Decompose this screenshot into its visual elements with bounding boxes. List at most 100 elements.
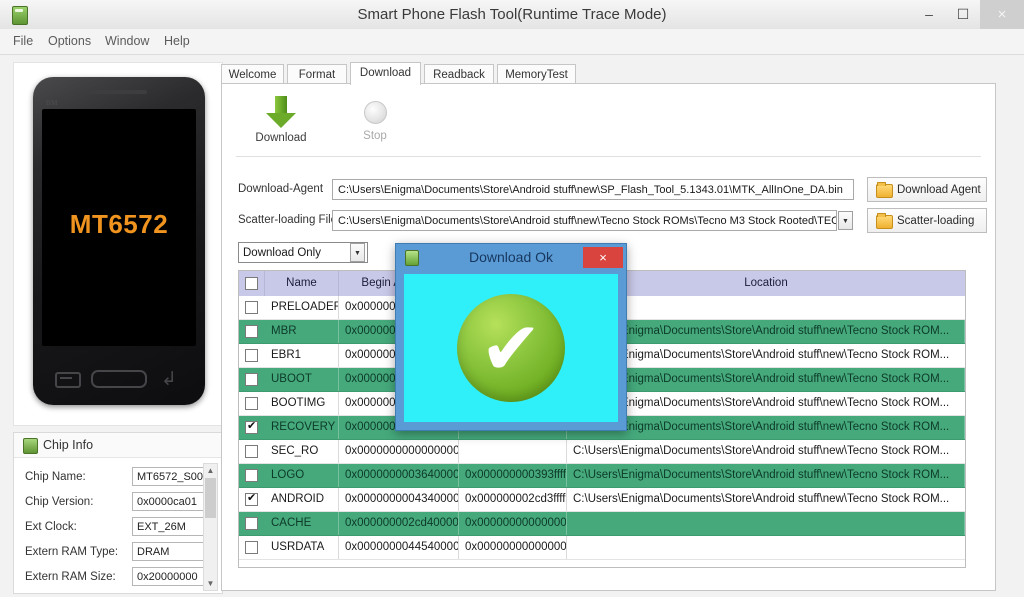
table-empty-area: [239, 560, 965, 567]
tab-readback[interactable]: Readback: [424, 64, 494, 84]
table-row[interactable]: ANDROID 0x0000000004340000 0x000000002cd…: [239, 488, 965, 512]
menu-item-file[interactable]: File: [13, 29, 33, 54]
chip-version-value: 0x0000ca01: [132, 492, 206, 511]
menu-bar: File Options Window Help: [0, 29, 1024, 55]
tab-welcome[interactable]: Welcome: [221, 64, 284, 84]
chip-name-label: Chip Name:: [25, 471, 86, 483]
tab-format[interactable]: Format: [287, 64, 347, 84]
toolbar-separator: [236, 156, 981, 157]
extern-ram-size-value: 0x20000000: [132, 567, 206, 586]
chip-info-panel: Chip Info Chip Name: MT6572_S00 Chip Ver…: [13, 432, 223, 594]
scatter-loading-input[interactable]: C:\Users\Enigma\Documents\Store\Android …: [332, 210, 837, 231]
cell-location: [567, 512, 965, 535]
cell-location: C:\Users\Enigma\Documents\Store\Android …: [573, 445, 950, 457]
extern-ram-type-label: Extern RAM Type:: [25, 546, 119, 558]
phone-brand-label: BM: [46, 99, 58, 107]
ext-clock-value: EXT_26M: [132, 517, 206, 536]
close-button[interactable]: ×: [980, 0, 1024, 29]
title-bar: Smart Phone Flash Tool(Runtime Trace Mod…: [0, 0, 1024, 30]
row-checkbox[interactable]: [245, 445, 258, 458]
row-checkbox[interactable]: [245, 420, 258, 434]
scatter-loading-browse-button[interactable]: Scatter-loading: [867, 208, 987, 233]
window-title: Smart Phone Flash Tool(Runtime Trace Mod…: [357, 6, 667, 23]
download-agent-browse-label: Download Agent: [897, 184, 981, 196]
row-checkbox[interactable]: [245, 397, 258, 410]
cell-end: 0x0000000000000000: [459, 512, 567, 535]
chip-info-header: Chip Info: [14, 433, 222, 458]
folder-icon: [876, 182, 893, 198]
menu-item-options[interactable]: Options: [48, 29, 91, 54]
scroll-up-icon[interactable]: ▲: [204, 464, 217, 477]
select-all-header-cell[interactable]: [239, 271, 265, 296]
cell-name: BOOTIMG: [265, 392, 339, 415]
table-row[interactable]: USRDATA 0x0000000044540000 0x00000000000…: [239, 536, 965, 560]
menu-item-window[interactable]: Window: [105, 29, 149, 54]
row-checkbox[interactable]: [245, 349, 258, 362]
chip-icon: [23, 438, 38, 454]
table-row[interactable]: LOGO 0x0000000003640000 0x000000000393ff…: [239, 464, 965, 488]
tab-download[interactable]: Download: [350, 62, 421, 85]
row-checkbox[interactable]: [245, 325, 258, 338]
maximize-button[interactable]: ☐: [946, 0, 980, 29]
scatter-dropdown-arrow-icon[interactable]: ▼: [838, 211, 853, 230]
application-window: Smart Phone Flash Tool(Runtime Trace Mod…: [0, 0, 1024, 597]
download-agent-input[interactable]: C:\Users\Enigma\Documents\Store\Android …: [332, 179, 854, 200]
cell-name: USRDATA: [265, 536, 339, 559]
cell-name: ANDROID: [265, 488, 339, 511]
dialog-body: [404, 274, 618, 422]
cell-name: LOGO: [265, 464, 339, 487]
table-row[interactable]: SEC_RO 0x0000000000000000 C:\Users\Enigm…: [239, 440, 965, 464]
cell-name: PRELOADER: [265, 296, 339, 319]
tab-memorytest[interactable]: MemoryTest: [497, 64, 576, 84]
cell-begin: 0x0000000044540000: [339, 536, 459, 559]
table-row[interactable]: CACHE 0x000000002cd40000 0x0000000000000…: [239, 512, 965, 536]
cell-name: RECOVERY: [265, 416, 339, 439]
extern-ram-type-value: DRAM: [132, 542, 206, 561]
cell-name: SEC_RO: [265, 440, 339, 463]
row-checkbox[interactable]: [245, 492, 258, 506]
cell-name: EBR1: [265, 344, 339, 367]
minimize-button[interactable]: –: [912, 0, 946, 29]
phone-preview-panel: BM MT6572 ↲: [13, 62, 223, 426]
scrollbar-thumb[interactable]: [205, 478, 216, 518]
cell-location: C:\Users\Enigma\Documents\Store\Android …: [573, 493, 950, 505]
chip-info-scrollbar[interactable]: ▲ ▼: [203, 463, 218, 591]
download-agent-label: Download-Agent: [238, 183, 324, 195]
cell-name: UBOOT: [265, 368, 339, 391]
menu-item-help[interactable]: Help: [164, 29, 190, 54]
select-all-checkbox[interactable]: [245, 277, 258, 290]
cell-end: [459, 440, 567, 463]
download-ok-dialog: Download Ok ×: [395, 243, 627, 431]
download-agent-browse-button[interactable]: Download Agent: [867, 177, 987, 202]
cell-begin: 0x0000000004340000: [339, 488, 459, 511]
chip-name-value: MT6572_S00: [132, 467, 206, 486]
cell-location: [567, 536, 965, 559]
row-checkbox[interactable]: [245, 517, 258, 530]
column-header-name[interactable]: Name: [265, 271, 339, 296]
cell-begin: 0x000000002cd40000: [339, 512, 459, 535]
dialog-close-button[interactable]: ×: [583, 247, 623, 268]
cell-end: 0x0000000000000000: [459, 536, 567, 559]
phone-home-button-icon: [91, 370, 147, 388]
download-mode-arrow-icon[interactable]: ▼: [350, 243, 365, 262]
download-arrow-icon: [264, 96, 298, 129]
row-checkbox[interactable]: [245, 469, 258, 482]
scroll-down-icon[interactable]: ▼: [204, 577, 217, 590]
chip-info-title: Chip Info: [43, 438, 94, 452]
cell-location: C:\Users\Enigma\Documents\Store\Android …: [567, 464, 965, 487]
cell-name: MBR: [265, 320, 339, 343]
scatter-loading-label: Scatter-loading File: [238, 214, 338, 226]
success-check-icon: [457, 294, 565, 402]
stop-button-label: Stop: [363, 130, 387, 142]
download-mode-select[interactable]: Download Only: [238, 242, 368, 263]
ext-clock-label: Ext Clock:: [25, 521, 77, 533]
row-checkbox[interactable]: [245, 301, 258, 314]
cell-name: CACHE: [265, 512, 339, 535]
download-button[interactable]: Download: [238, 96, 324, 144]
stop-button[interactable]: Stop: [332, 96, 418, 142]
row-checkbox[interactable]: [245, 373, 258, 386]
row-checkbox[interactable]: [245, 541, 258, 554]
phone-screen: MT6572: [42, 109, 196, 346]
extern-ram-size-label: Extern RAM Size:: [25, 571, 116, 583]
tab-strip: Welcome Format Download Readback MemoryT…: [221, 62, 1011, 85]
